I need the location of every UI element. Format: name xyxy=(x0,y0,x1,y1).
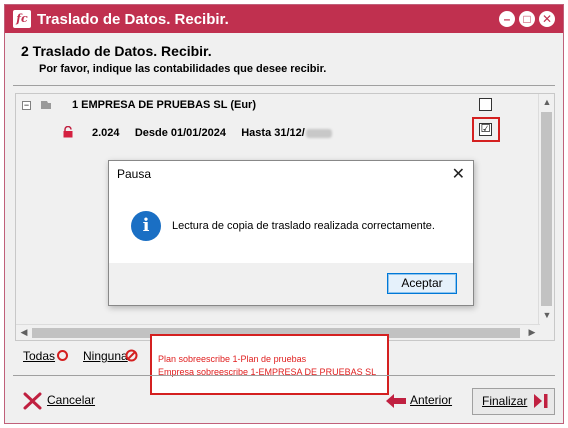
select-all-button[interactable]: Todas xyxy=(23,349,55,363)
restore-icon[interactable]: □ xyxy=(519,11,535,27)
scroll-right-icon[interactable]: ▶ xyxy=(524,327,540,338)
pause-dialog: Pausa ✕ i Lectura de copia de traslado r… xyxy=(108,160,474,306)
messages-box: Plan sobreescribe 1-Plan de pruebas Empr… xyxy=(150,334,389,395)
dialog-close-icon[interactable]: ✕ xyxy=(452,164,465,184)
year-value: 2.024 xyxy=(92,127,120,139)
year-checkbox[interactable]: ☑ xyxy=(479,123,492,136)
close-icon[interactable]: ✕ xyxy=(539,11,555,27)
message-plan: Plan sobreescribe 1-Plan de pruebas xyxy=(158,354,307,364)
scroll-up-icon[interactable]: ▲ xyxy=(539,97,555,107)
finish-button[interactable]: Finalizar xyxy=(472,388,555,415)
footer-divider xyxy=(13,375,555,376)
arrow-left-icon xyxy=(386,394,406,408)
previous-button[interactable]: Anterior xyxy=(385,388,455,415)
scroll-left-icon[interactable]: ◀ xyxy=(16,327,32,338)
redacted-text xyxy=(305,128,332,138)
cancel-button[interactable]: Cancelar xyxy=(23,388,103,415)
year-row[interactable]: 2.024 Desde 01/01/2024 Hasta 31/12/ xyxy=(92,124,332,142)
year-from: Desde 01/01/2024 xyxy=(134,127,226,139)
vertical-scroll-thumb[interactable] xyxy=(541,112,552,306)
window-title: Traslado de Datos. Recibir. xyxy=(37,11,229,28)
step-title: 2 Traslado de Datos. Recibir. xyxy=(21,43,212,59)
dialog-title: Pausa xyxy=(117,167,152,181)
dialog-footer: Aceptar xyxy=(109,263,473,305)
dialog-message: Lectura de copia de traslado realizada c… xyxy=(172,220,435,232)
collapse-icon[interactable]: − xyxy=(22,101,31,110)
vertical-scrollbar[interactable]: ▲ ▼ xyxy=(538,94,554,324)
company-checkbox[interactable] xyxy=(479,98,492,111)
select-all-circle-icon[interactable] xyxy=(57,350,68,361)
year-to: Hasta 31/12/ xyxy=(241,127,305,139)
app-logo-icon: fc xyxy=(13,10,31,28)
minimize-icon[interactable]: – xyxy=(499,11,515,27)
company-label[interactable]: 1 EMPRESA DE PRUEBAS SL (Eur) xyxy=(72,96,256,114)
select-none-button[interactable]: Ninguna xyxy=(83,349,128,363)
accept-button[interactable]: Aceptar xyxy=(387,273,457,294)
main-window: fc Traslado de Datos. Recibir. – □ ✕ 2 T… xyxy=(4,4,564,424)
select-none-icon[interactable] xyxy=(125,349,138,362)
instruction-text: Por favor, indique las contabilidades qu… xyxy=(39,63,327,75)
scroll-down-icon[interactable]: ▼ xyxy=(539,310,555,320)
title-bar[interactable]: fc Traslado de Datos. Recibir. – □ ✕ xyxy=(5,5,563,33)
arrow-end-icon xyxy=(534,394,548,408)
divider xyxy=(13,85,555,86)
folder-flag-icon xyxy=(41,101,51,109)
cancel-x-icon xyxy=(23,392,42,410)
info-icon: i xyxy=(131,211,161,241)
lock-icon xyxy=(63,126,73,138)
